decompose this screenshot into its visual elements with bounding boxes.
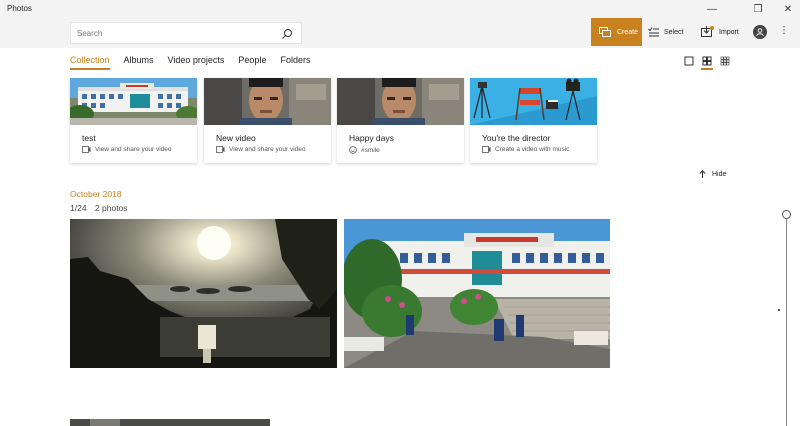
search-box[interactable]	[70, 22, 302, 44]
small-view-icon[interactable]	[720, 56, 730, 66]
search-icon[interactable]	[281, 28, 293, 40]
tab-folders[interactable]: Folders	[280, 55, 310, 70]
card-subtitle-row: View and share your video	[216, 146, 305, 153]
create-icon	[599, 27, 611, 37]
video-card[interactable]: New video View and share your video	[204, 78, 331, 163]
timeline-scrollbar[interactable]	[786, 214, 787, 426]
date-group-heading[interactable]: October 2018	[70, 189, 122, 199]
date-group-details: 1/24 2 photos	[70, 203, 128, 213]
select-label: Select	[664, 28, 684, 36]
card-thumbnail	[70, 78, 197, 125]
medium-view-icon[interactable]	[702, 56, 712, 66]
video-icon	[82, 146, 91, 153]
select-button[interactable]: Select	[648, 18, 683, 46]
close-button[interactable]: ✕	[776, 0, 800, 18]
avatar[interactable]	[753, 25, 767, 39]
tab-people[interactable]: People	[238, 55, 266, 70]
video-card[interactable]: test View and share your video	[70, 78, 197, 163]
person-icon	[756, 28, 764, 36]
arrow-up-icon	[699, 170, 706, 178]
director-card[interactable]: You're the director Create a video with …	[470, 78, 597, 163]
create-label: Create	[617, 28, 639, 36]
album-card[interactable]: Happy days #smile	[337, 78, 464, 163]
photo-thumbnail[interactable]	[70, 219, 337, 368]
card-subtitle: #smile	[361, 146, 380, 154]
tab-albums[interactable]: Albums	[124, 55, 154, 70]
card-title: You're the director	[482, 133, 551, 143]
tab-collection[interactable]: Collection	[70, 55, 110, 70]
card-title: Happy days	[349, 133, 394, 143]
card-subtitle-row: #smile	[349, 146, 380, 154]
photo-thumbnail[interactable]	[70, 419, 270, 426]
card-subtitle: View and share your video	[95, 146, 172, 153]
card-title: New video	[216, 133, 256, 143]
import-button[interactable]: Import	[701, 18, 739, 46]
maximize-button[interactable]: ❐	[746, 0, 770, 18]
more-options-button[interactable]: ⋮	[779, 25, 789, 36]
minimize-button[interactable]: —	[700, 0, 724, 18]
video-icon	[482, 146, 491, 153]
card-subtitle-row: View and share your video	[82, 146, 171, 153]
card-subtitle: Create a video with music	[495, 146, 570, 153]
photo-count: 2 photos	[94, 203, 128, 213]
card-thumbnail	[470, 78, 597, 125]
create-button[interactable]: Create	[591, 18, 642, 46]
card-subtitle: View and share your video	[229, 146, 306, 153]
hide-label: Hide	[712, 170, 727, 178]
large-view-icon[interactable]	[684, 56, 694, 66]
title-bar: Photos — ❐ ✕	[0, 0, 800, 18]
search-input[interactable]	[77, 28, 267, 38]
card-subtitle-row: Create a video with music	[482, 146, 569, 153]
import-label: Import	[719, 28, 739, 36]
card-thumbnail	[204, 78, 331, 125]
timeline-marker	[778, 309, 780, 311]
tab-video-projects[interactable]: Video projects	[168, 55, 225, 70]
smiley-icon	[349, 146, 357, 154]
import-icon	[701, 26, 714, 37]
app-title: Photos	[7, 4, 32, 13]
view-selected-indicator	[701, 68, 713, 70]
select-icon	[648, 27, 659, 37]
hide-button[interactable]: Hide	[699, 170, 726, 178]
timeline-scroll-handle[interactable]	[782, 210, 791, 219]
photo-thumbnail[interactable]	[344, 219, 610, 368]
nav-tabs: Collection Albums Video projects People …	[70, 55, 310, 70]
card-thumbnail	[337, 78, 464, 125]
video-icon	[216, 146, 225, 153]
date-label: 1/24	[70, 203, 87, 213]
card-title: test	[82, 133, 96, 143]
